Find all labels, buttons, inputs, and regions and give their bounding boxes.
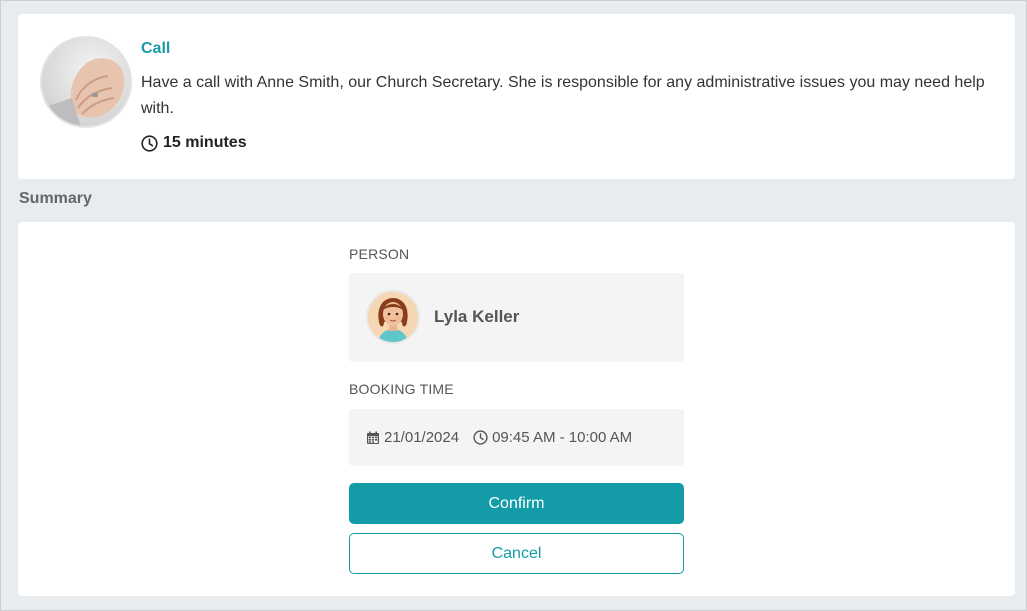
person-name: Lyla Keller xyxy=(434,307,520,326)
confirm-button[interactable]: Confirm xyxy=(349,483,684,524)
event-duration: 15 minutes xyxy=(141,134,247,152)
clock-icon xyxy=(141,134,158,152)
clock-icon xyxy=(473,430,488,445)
booking-time-label: BOOKING TIME xyxy=(349,381,454,397)
person-label: PERSON xyxy=(349,246,410,262)
calendar-icon xyxy=(366,431,380,445)
avatar xyxy=(366,290,420,344)
booking-time-box: 21/01/2024 09:45 AM - 10:00 AM xyxy=(349,409,684,466)
cancel-button[interactable]: Cancel xyxy=(349,533,684,574)
booking-time-range: 09:45 AM - 10:00 AM xyxy=(492,429,633,446)
summary-card: PERSON Lyla Keller BOOKING TIME 21/01/20… xyxy=(18,222,1015,596)
event-card: Call Have a call with Anne Smith, our Ch… xyxy=(18,14,1015,179)
event-description: Have a call with Anne Smith, our Church … xyxy=(141,74,985,117)
event-title: Call xyxy=(141,40,171,57)
duration-text: 15 minutes xyxy=(163,134,247,151)
summary-heading: Summary xyxy=(19,190,92,207)
app-frame: Call Have a call with Anne Smith, our Ch… xyxy=(0,0,1027,611)
person-box: Lyla Keller xyxy=(349,273,684,362)
booking-date: 21/01/2024 xyxy=(384,429,460,446)
event-image xyxy=(40,36,132,128)
